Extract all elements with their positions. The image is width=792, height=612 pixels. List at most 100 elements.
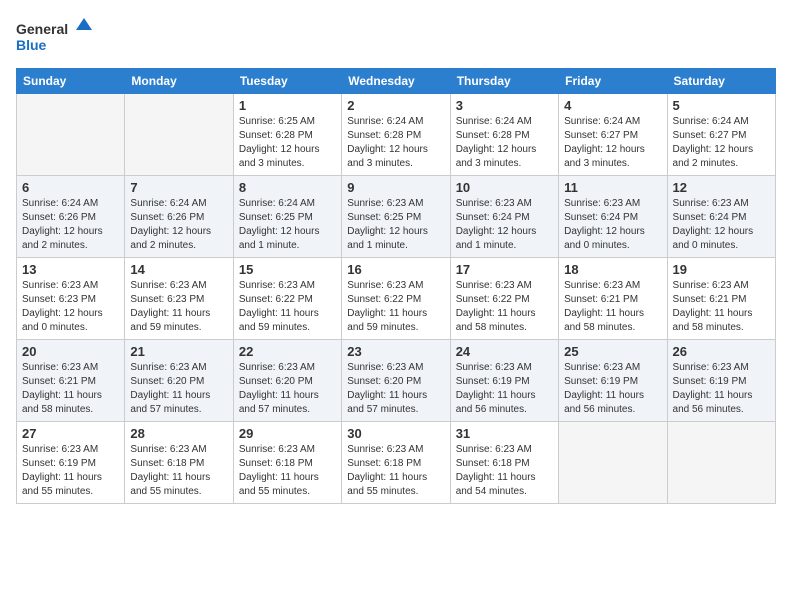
svg-text:General: General	[16, 21, 68, 37]
calendar-cell: 19 Sunrise: 6:23 AMSunset: 6:21 PMDayligh…	[667, 258, 775, 340]
day-info: Sunrise: 6:23 AMSunset: 6:18 PMDaylight:…	[347, 443, 444, 499]
day-number: 18	[564, 262, 661, 277]
day-number: 20	[22, 344, 119, 359]
page-header: General Blue	[16, 16, 776, 56]
day-info: Sunrise: 6:23 AMSunset: 6:20 PMDaylight:…	[239, 361, 336, 417]
day-info: Sunrise: 6:23 AMSunset: 6:19 PMDaylight:…	[22, 443, 119, 499]
calendar-header-row: SundayMondayTuesdayWednesdayThursdayFrid…	[17, 69, 776, 94]
day-number: 22	[239, 344, 336, 359]
day-number: 3	[456, 98, 553, 113]
calendar-cell: 6Sunrise: 6:24 AMSunset: 6:26 PMDaylight…	[17, 176, 125, 258]
day-info: Sunrise: 6:23 AMSunset: 6:18 PMDaylight:…	[456, 443, 553, 499]
day-info: Sunrise: 6:23 AMSunset: 6:22 PMDaylight:…	[239, 279, 336, 335]
day-info: Sunrise: 6:24 AMSunset: 6:27 PMDaylight:…	[673, 115, 770, 171]
calendar-cell: 11 Sunrise: 6:23 AMSunset: 6:24 PMDayligh…	[559, 176, 667, 258]
day-number: 9	[347, 180, 444, 195]
calendar-cell: 2Sunrise: 6:24 AMSunset: 6:28 PMDaylight…	[342, 94, 450, 176]
calendar-cell	[667, 422, 775, 504]
day-number: 7	[130, 180, 227, 195]
weekday-header: Sunday	[17, 69, 125, 94]
day-number: 26	[673, 344, 770, 359]
day-number: 10	[456, 180, 553, 195]
calendar-cell: 26 Sunrise: 6:23 AMSunset: 6:19 PMDayligh…	[667, 340, 775, 422]
calendar-week-row: 20 Sunrise: 6:23 AMSunset: 6:21 PMDayligh…	[17, 340, 776, 422]
day-info: Sunrise: 6:23 AMSunset: 6:25 PMDaylight:…	[347, 197, 444, 253]
calendar-cell: 9 Sunrise: 6:23 AMSunset: 6:25 PMDaylight…	[342, 176, 450, 258]
calendar-cell: 29Sunrise: 6:23 AMSunset: 6:18 PMDayligh…	[233, 422, 341, 504]
weekday-header: Saturday	[667, 69, 775, 94]
day-number: 4	[564, 98, 661, 113]
day-info: Sunrise: 6:23 AMSunset: 6:24 PMDaylight:…	[564, 197, 661, 253]
calendar-cell: 21Sunrise: 6:23 AMSunset: 6:20 PMDayligh…	[125, 340, 233, 422]
day-info: Sunrise: 6:23 AMSunset: 6:19 PMDaylight:…	[564, 361, 661, 417]
calendar-cell: 16 Sunrise: 6:23 AMSunset: 6:22 PMDayligh…	[342, 258, 450, 340]
calendar-cell: 15 Sunrise: 6:23 AMSunset: 6:22 PMDayligh…	[233, 258, 341, 340]
day-info: Sunrise: 6:23 AMSunset: 6:19 PMDaylight:…	[673, 361, 770, 417]
day-number: 13	[22, 262, 119, 277]
calendar-week-row: 27 Sunrise: 6:23 AMSunset: 6:19 PMDayligh…	[17, 422, 776, 504]
day-info: Sunrise: 6:23 AMSunset: 6:24 PMDaylight:…	[673, 197, 770, 253]
day-number: 31	[456, 426, 553, 441]
weekday-header: Wednesday	[342, 69, 450, 94]
calendar-cell: 7 Sunrise: 6:24 AMSunset: 6:26 PMDaylight…	[125, 176, 233, 258]
logo: General Blue	[16, 16, 96, 56]
day-number: 19	[673, 262, 770, 277]
calendar-week-row: 1Sunrise: 6:25 AMSunset: 6:28 PMDaylight…	[17, 94, 776, 176]
day-info: Sunrise: 6:23 AMSunset: 6:22 PMDaylight:…	[456, 279, 553, 335]
calendar-cell: 24 Sunrise: 6:23 AMSunset: 6:19 PMDayligh…	[450, 340, 558, 422]
calendar-cell	[17, 94, 125, 176]
logo-svg: General Blue	[16, 16, 96, 56]
day-number: 2	[347, 98, 444, 113]
calendar-cell: 27 Sunrise: 6:23 AMSunset: 6:19 PMDayligh…	[17, 422, 125, 504]
calendar-cell: 23 Sunrise: 6:23 AMSunset: 6:20 PMDayligh…	[342, 340, 450, 422]
weekday-header: Tuesday	[233, 69, 341, 94]
calendar-cell: 30 Sunrise: 6:23 AMSunset: 6:18 PMDayligh…	[342, 422, 450, 504]
day-number: 27	[22, 426, 119, 441]
day-number: 30	[347, 426, 444, 441]
calendar-cell: 5 Sunrise: 6:24 AMSunset: 6:27 PMDaylight…	[667, 94, 775, 176]
day-info: Sunrise: 6:23 AMSunset: 6:23 PMDaylight:…	[130, 279, 227, 335]
day-info: Sunrise: 6:23 AMSunset: 6:21 PMDaylight:…	[564, 279, 661, 335]
calendar-cell: 12Sunrise: 6:23 AMSunset: 6:24 PMDayligh…	[667, 176, 775, 258]
day-info: Sunrise: 6:24 AMSunset: 6:28 PMDaylight:…	[456, 115, 553, 171]
calendar-cell	[559, 422, 667, 504]
weekday-header: Thursday	[450, 69, 558, 94]
calendar-week-row: 6Sunrise: 6:24 AMSunset: 6:26 PMDaylight…	[17, 176, 776, 258]
day-info: Sunrise: 6:24 AMSunset: 6:26 PMDaylight:…	[22, 197, 119, 253]
day-info: Sunrise: 6:24 AMSunset: 6:26 PMDaylight:…	[130, 197, 227, 253]
calendar-cell: 10Sunrise: 6:23 AMSunset: 6:24 PMDayligh…	[450, 176, 558, 258]
day-number: 24	[456, 344, 553, 359]
calendar-cell: 3 Sunrise: 6:24 AMSunset: 6:28 PMDaylight…	[450, 94, 558, 176]
day-number: 8	[239, 180, 336, 195]
day-number: 14	[130, 262, 227, 277]
day-info: Sunrise: 6:23 AMSunset: 6:18 PMDaylight:…	[130, 443, 227, 499]
weekday-header: Friday	[559, 69, 667, 94]
day-number: 23	[347, 344, 444, 359]
calendar-cell: 28 Sunrise: 6:23 AMSunset: 6:18 PMDayligh…	[125, 422, 233, 504]
day-info: Sunrise: 6:24 AMSunset: 6:25 PMDaylight:…	[239, 197, 336, 253]
weekday-header: Monday	[125, 69, 233, 94]
day-info: Sunrise: 6:23 AMSunset: 6:20 PMDaylight:…	[347, 361, 444, 417]
day-number: 15	[239, 262, 336, 277]
day-number: 11	[564, 180, 661, 195]
day-info: Sunrise: 6:23 AMSunset: 6:18 PMDaylight:…	[239, 443, 336, 499]
calendar-table: SundayMondayTuesdayWednesdayThursdayFrid…	[16, 68, 776, 504]
calendar-week-row: 13 Sunrise: 6:23 AMSunset: 6:23 PMDayligh…	[17, 258, 776, 340]
day-info: Sunrise: 6:23 AMSunset: 6:21 PMDaylight:…	[673, 279, 770, 335]
day-number: 25	[564, 344, 661, 359]
calendar-cell: 13Sunrise: 6:23 AMSunset: 6:23 PMDayligh…	[17, 258, 125, 340]
calendar-cell: 22 Sunrise: 6:23 AMSunset: 6:20 PMDayligh…	[233, 340, 341, 422]
day-number: 16	[347, 262, 444, 277]
day-info: Sunrise: 6:23 AMSunset: 6:22 PMDaylight:…	[347, 279, 444, 335]
calendar-cell: 25 Sunrise: 6:23 AMSunset: 6:19 PMDayligh…	[559, 340, 667, 422]
calendar-cell: 31 Sunrise: 6:23 AMSunset: 6:18 PMDayligh…	[450, 422, 558, 504]
day-number: 21	[130, 344, 227, 359]
day-info: Sunrise: 6:23 AMSunset: 6:21 PMDaylight:…	[22, 361, 119, 417]
day-number: 5	[673, 98, 770, 113]
calendar-cell: 18 Sunrise: 6:23 AMSunset: 6:21 PMDayligh…	[559, 258, 667, 340]
day-info: Sunrise: 6:23 AMSunset: 6:19 PMDaylight:…	[456, 361, 553, 417]
day-info: Sunrise: 6:25 AMSunset: 6:28 PMDaylight:…	[239, 115, 336, 171]
calendar-cell: 4Sunrise: 6:24 AMSunset: 6:27 PMDaylight…	[559, 94, 667, 176]
day-number: 28	[130, 426, 227, 441]
calendar-cell: 8 Sunrise: 6:24 AMSunset: 6:25 PMDaylight…	[233, 176, 341, 258]
